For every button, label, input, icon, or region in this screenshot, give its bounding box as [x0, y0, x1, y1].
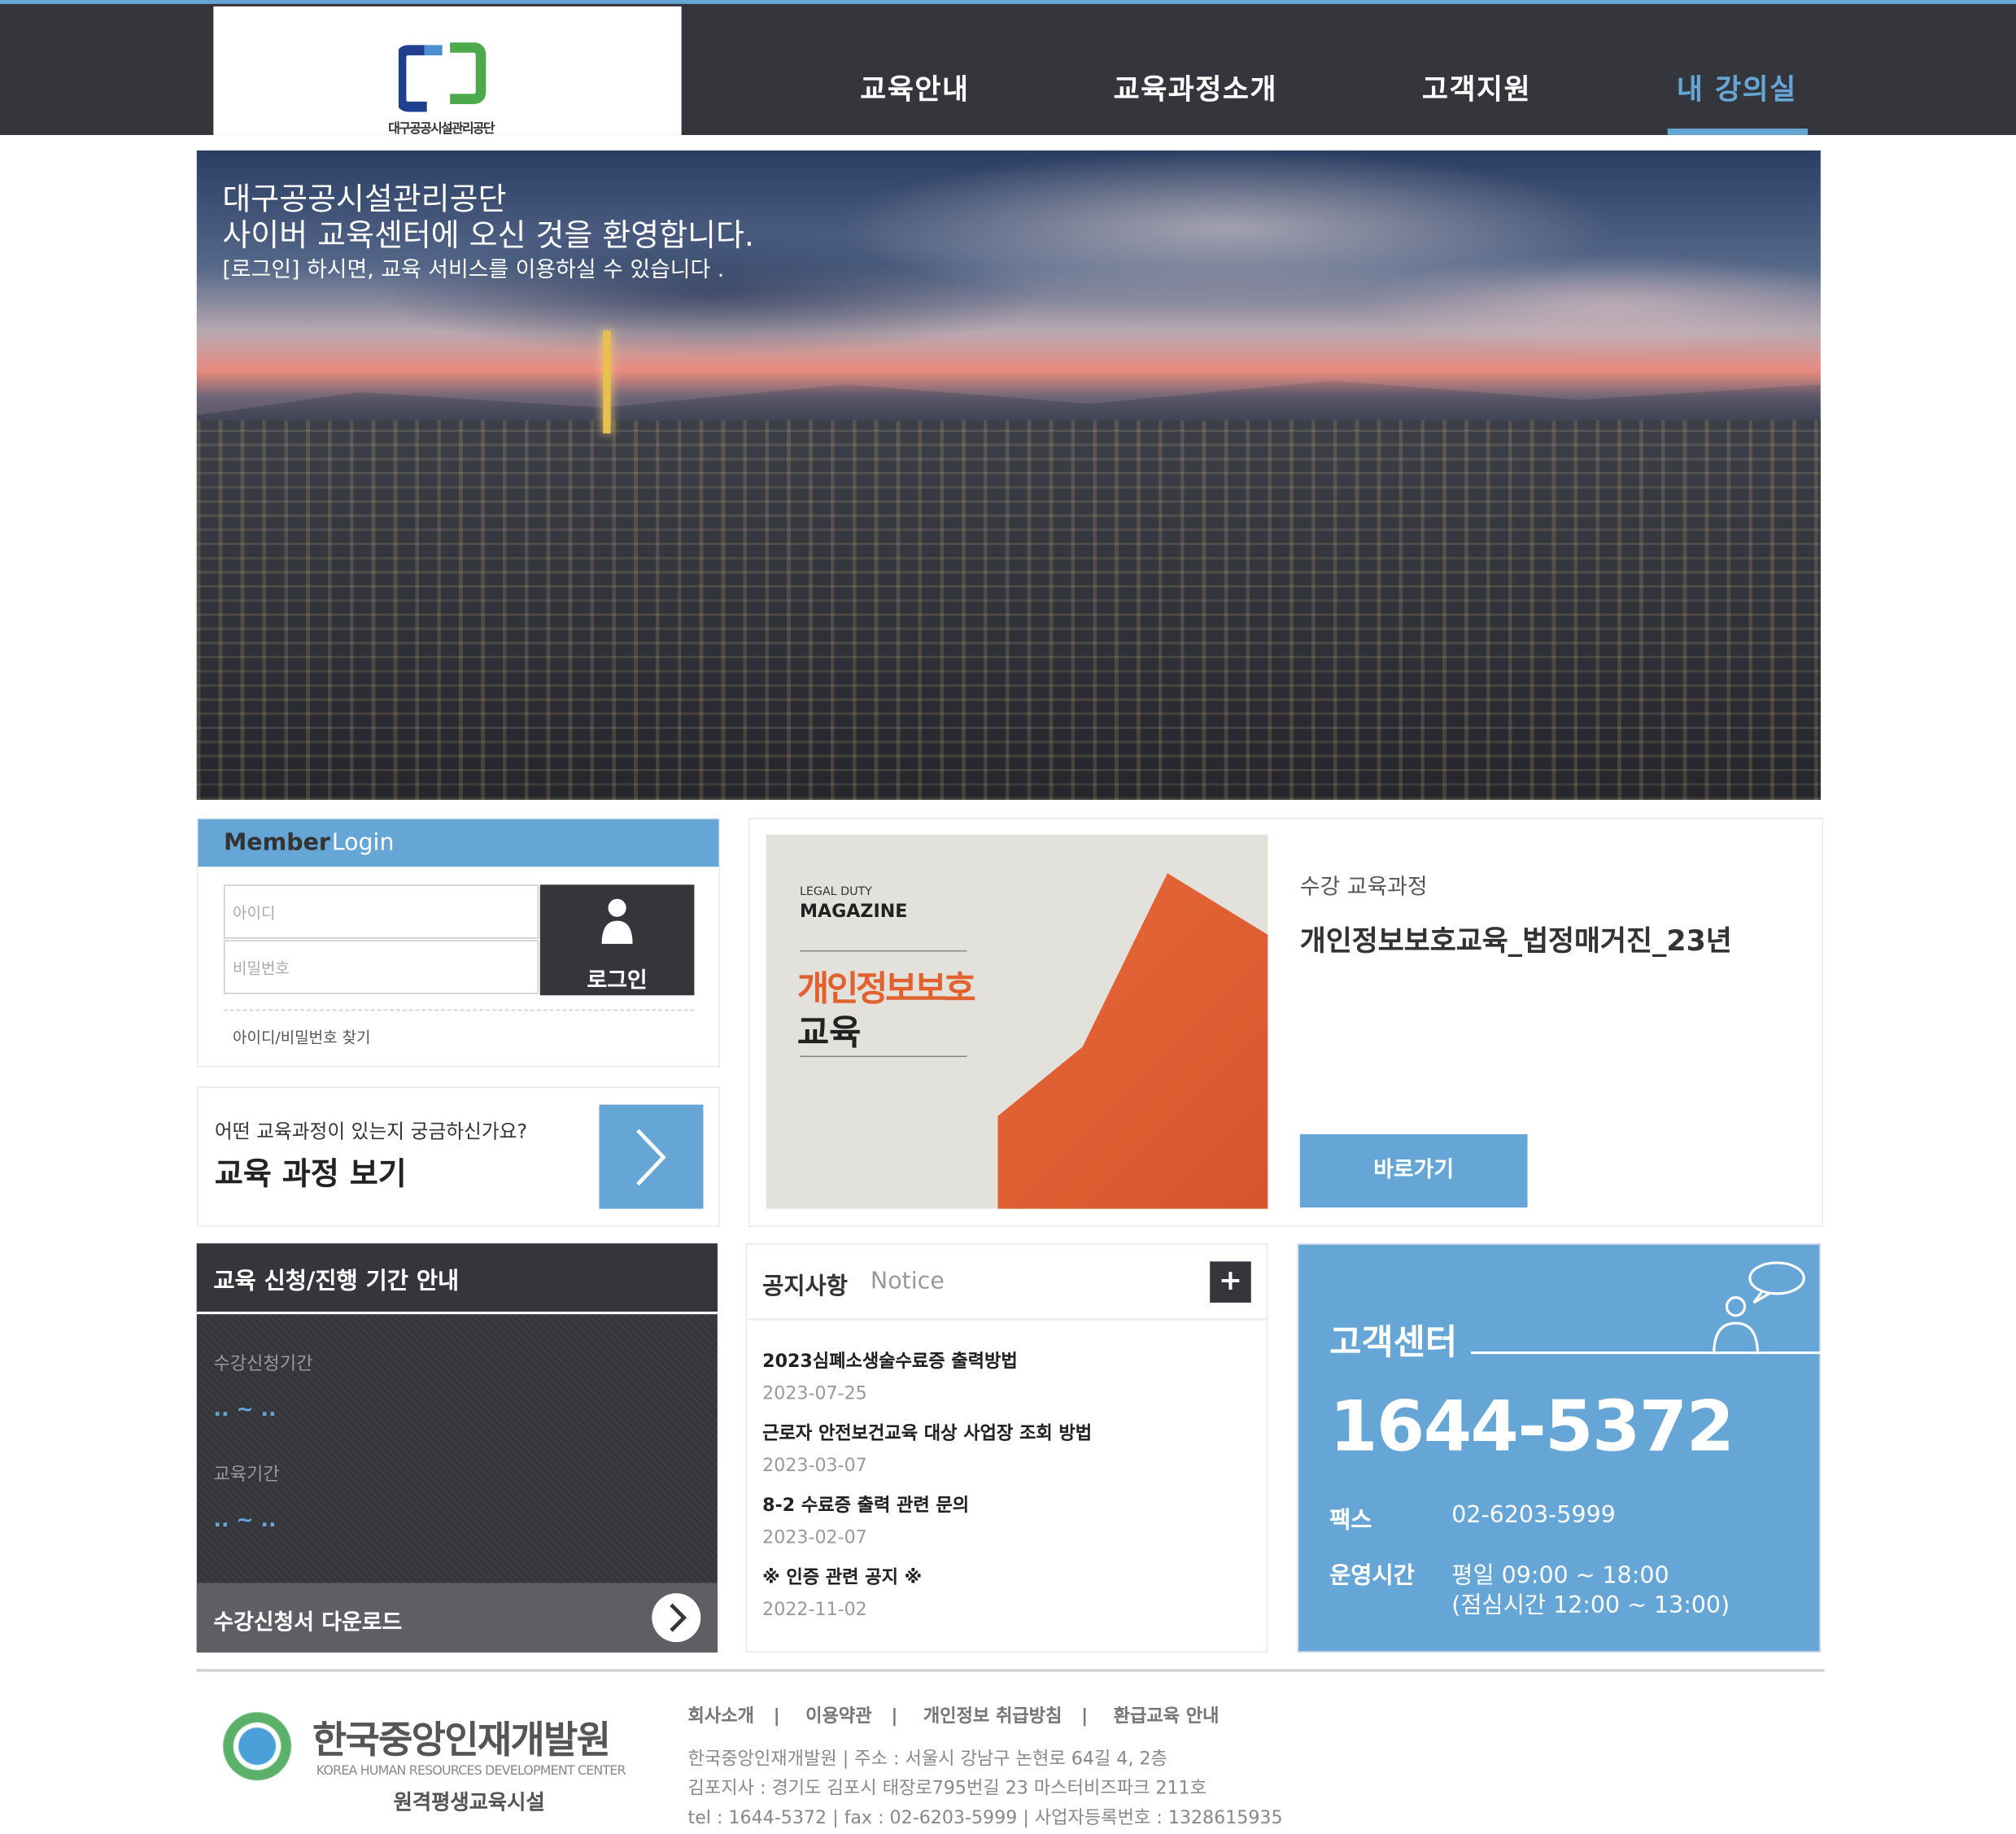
- apply-period-label: 수강신청기간: [213, 1354, 313, 1375]
- login-button-label: 로그인: [587, 968, 648, 994]
- login-title-bold: Member: [223, 829, 330, 857]
- nav-item-courses[interactable]: 교육과정소개: [1114, 67, 1277, 108]
- notice-title-en: Notice: [870, 1268, 945, 1295]
- hours-value: 평일 09:00 ~ 18:00: [1451, 1562, 1669, 1590]
- footer-link-privacy[interactable]: 개인정보 취급방침: [923, 1706, 1063, 1727]
- hero-city: [196, 420, 1821, 801]
- hero-tower: [603, 330, 611, 434]
- login-title-light: Login: [331, 829, 395, 857]
- notice-date: 2023-02-07: [762, 1527, 867, 1548]
- divider: [223, 1009, 695, 1011]
- footer-links: 회사소개 | 이용약관 | 개인정보 취급방침 | 환급교육 안내: [687, 1706, 1220, 1727]
- customer-center-title: 고객센터: [1329, 1323, 1458, 1364]
- footer-link-about[interactable]: 회사소개: [688, 1706, 754, 1727]
- featured-course-title: 개인정보보호교육_법정매거진_23년: [1299, 925, 1732, 958]
- period-title: 교육 신청/진행 기간 안내: [213, 1268, 460, 1295]
- notice-item[interactable]: 근로자 안전보건교육 대상 사업장 조회 방법: [762, 1420, 1092, 1446]
- footer-link-terms[interactable]: 이용약관: [805, 1706, 871, 1727]
- notice-item[interactable]: 8-2 수료증 출력 관련 문의: [762, 1491, 969, 1517]
- logo-text: 대구공공시설관리공단: [388, 122, 495, 137]
- notice-item[interactable]: 2023심폐소생술수료증 출력방법: [762, 1347, 1018, 1373]
- user-id-input[interactable]: 아이디: [223, 884, 539, 939]
- logo-icon: [398, 42, 487, 112]
- thumb-divider: [800, 950, 967, 952]
- notice-date: 2023-03-07: [762, 1456, 867, 1477]
- footer-branch: 김포지사 : 경기도 김포시 태장로795번길 23 마스터비즈파크 211호: [687, 1778, 1207, 1799]
- hero-note: [로그인] 하시면, 교육 서비스를 이용하실 수 있습니다 .: [222, 257, 725, 283]
- footer-emblem-icon: [216, 1705, 299, 1788]
- thumbnail-graphic: [997, 873, 1268, 1209]
- edu-period-value: .. ~ ..: [213, 1507, 277, 1532]
- nav-active-indicator: [1667, 129, 1809, 135]
- chevron-circle-right-icon: [652, 1593, 701, 1643]
- site-logo[interactable]: 대구공공시설관리공단: [213, 6, 682, 137]
- nav-item-support[interactable]: 고객지원: [1422, 67, 1531, 108]
- course-view-button[interactable]: [599, 1104, 704, 1209]
- thumb-title: 개인정보보호: [796, 969, 976, 1010]
- password-input[interactable]: 비밀번호: [223, 940, 539, 994]
- fax-label: 팩스: [1329, 1507, 1372, 1535]
- lunch-hours: (점심시간 12:00 ~ 13:00): [1451, 1592, 1730, 1619]
- footer-org-en: KOREA HUMAN RESOURCES DEVELOPMENT CENTER: [316, 1764, 626, 1779]
- nav-item-edu-guide[interactable]: 교육안내: [860, 67, 969, 108]
- footer-link-refund[interactable]: 환급교육 안내: [1114, 1706, 1220, 1727]
- notice-date: 2023-07-25: [762, 1383, 867, 1404]
- customer-phone: 1644-5372: [1329, 1386, 1735, 1468]
- apply-period-value: .. ~ ..: [213, 1396, 277, 1421]
- notice-date: 2022-11-02: [762, 1600, 867, 1621]
- thumb-label: LEGAL DUTY: [800, 885, 872, 899]
- chevron-right-icon: [636, 1129, 666, 1186]
- hero-banner: 대구공공시설관리공단 사이버 교육센터에 오신 것을 환영합니다. [로그인] …: [196, 150, 1821, 801]
- footer-address: 한국중앙인재개발원 | 주소 : 서울시 강남구 논현로 64길 4, 2층: [687, 1749, 1167, 1770]
- user-icon: [601, 898, 633, 945]
- period-header: 교육 신청/진행 기간 안내: [196, 1243, 718, 1315]
- footer-org-name: 한국중앙인재개발원: [312, 1718, 611, 1762]
- thumb-title-2: 교육: [796, 1013, 862, 1054]
- course-question: 어떤 교육과정이 있는지 궁금하신가요?: [214, 1120, 528, 1143]
- footer-contact: tel : 1644-5372 | fax : 02-6203-5999 | 사…: [687, 1808, 1283, 1829]
- hours-label: 운영시간: [1329, 1562, 1415, 1590]
- notice-title: 공지사항: [762, 1273, 848, 1300]
- fax-value: 02-6203-5999: [1451, 1501, 1616, 1530]
- download-label: 수강신청서 다운로드: [213, 1609, 403, 1636]
- notice-item[interactable]: ※ 인증 관련 공지 ※: [762, 1564, 922, 1590]
- footer-divider: [196, 1669, 1825, 1672]
- thumb-divider: [800, 1055, 967, 1058]
- course-thumbnail[interactable]: LEGAL DUTY MAGAZINE 개인정보보호 교육: [766, 834, 1268, 1209]
- login-button[interactable]: 로그인: [539, 884, 695, 996]
- footer-org-sub: 원격평생교육시설: [393, 1789, 545, 1814]
- featured-subtitle: 수강 교육과정: [1299, 874, 1428, 901]
- hero-subtitle: 사이버 교육센터에 오신 것을 환영합니다.: [222, 217, 754, 254]
- login-header: Member Login: [198, 819, 719, 867]
- go-button[interactable]: 바로가기: [1299, 1133, 1528, 1207]
- support-person-icon: [1713, 1261, 1805, 1355]
- find-account-link[interactable]: 아이디/비밀번호 찾기: [233, 1026, 370, 1048]
- download-form-button[interactable]: 수강신청서 다운로드: [196, 1583, 718, 1653]
- course-view-title[interactable]: 교육 과정 보기: [215, 1148, 407, 1193]
- edu-period-label: 교육기간: [213, 1465, 280, 1486]
- thumb-label-magazine: MAGAZINE: [800, 901, 908, 923]
- nav-item-my-classroom[interactable]: 내 강의실: [1677, 67, 1797, 108]
- notice-more-button[interactable]: +: [1210, 1261, 1251, 1303]
